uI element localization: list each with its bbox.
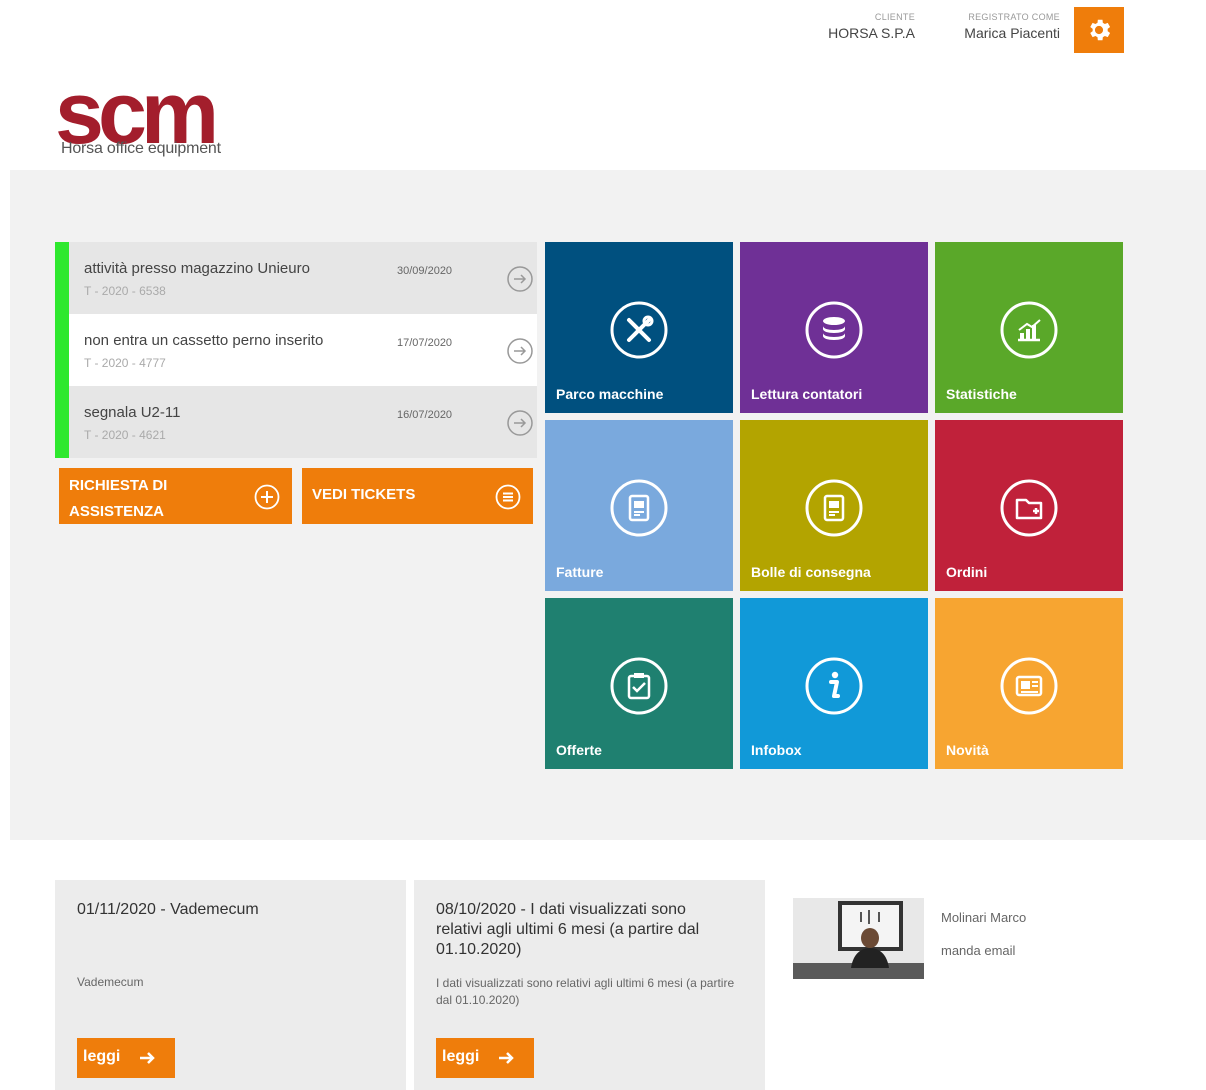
client-block: CLIENTE HORSA S.P.A	[815, 12, 915, 41]
ticket-title: non entra un cassetto perno inserito	[84, 332, 324, 349]
user-block: REGISTRATO COME Marica Piacenti	[940, 12, 1060, 41]
tile-label: Infobox	[751, 742, 802, 758]
read-more-label: leggi	[442, 1048, 480, 1065]
tile-infobox[interactable]: Infobox	[740, 598, 928, 769]
tile-label: Novità	[946, 742, 989, 758]
delivery-note-icon	[805, 479, 863, 537]
news-title: 08/10/2020 - I dati visualizzati sono re…	[436, 901, 700, 958]
read-more-button[interactable]: leggi	[77, 1038, 175, 1078]
send-email-link[interactable]: manda email	[941, 943, 1015, 958]
person-photo-icon	[793, 898, 924, 979]
ticket-code: T - 2020 - 4777	[84, 356, 166, 370]
request-line2: ASSISTENZA	[69, 503, 165, 520]
tile-label: Lettura contatori	[751, 386, 863, 402]
invoice-icon	[610, 479, 668, 537]
tile-parco-macchine[interactable]: Parco macchine	[545, 242, 733, 413]
ticket-code: T - 2020 - 6538	[84, 284, 166, 298]
clipboard-check-icon	[610, 657, 668, 715]
news-card: 08/10/2020 - I dati visualizzati sono re…	[414, 880, 765, 1090]
read-more-button[interactable]: leggi	[436, 1038, 534, 1078]
news-body: I dati visualizzati sono relativi agli u…	[436, 976, 735, 1007]
tile-label: Fatture	[556, 564, 604, 580]
tile-lettura-contatori[interactable]: Lettura contatori	[740, 242, 928, 413]
tile-label: Bolle di consegna	[751, 564, 871, 580]
logo-sub: Horsa office equipment	[61, 140, 221, 157]
plus-circle-icon	[254, 484, 280, 510]
request-line1: RICHIESTA DI	[69, 477, 168, 494]
ticket-row[interactable]: attività presso magazzino Unieuro T - 20…	[69, 242, 537, 314]
header: CLIENTE HORSA S.P.A REGISTRATO COME Mari…	[0, 0, 1206, 170]
tile-ordini[interactable]: Ordini	[935, 420, 1123, 591]
arrow-right-icon	[499, 1052, 514, 1064]
ticket-title: attività presso magazzino Unieuro	[84, 260, 310, 277]
contact-photo	[793, 898, 924, 979]
ticket-row[interactable]: non entra un cassetto perno inserito T -…	[69, 314, 537, 386]
ticket-date: 30/09/2020	[397, 265, 453, 277]
tile-fatture[interactable]: Fatture	[545, 420, 733, 591]
tile-statistiche[interactable]: Statistiche	[935, 242, 1123, 413]
ticket-date: 17/07/2020	[397, 337, 453, 349]
logo-main: scm	[55, 63, 219, 162]
tile-label: Ordini	[946, 564, 988, 580]
arrow-right-circle-icon[interactable]	[507, 338, 533, 364]
settings-button[interactable]	[1074, 7, 1124, 53]
view-tickets-button[interactable]: VEDI TICKETS	[302, 468, 533, 524]
user-name: Marica Piacenti	[964, 25, 1060, 41]
info-icon	[805, 657, 863, 715]
ticket-code: T - 2020 - 4621	[84, 428, 166, 442]
request-assistance-button[interactable]: RICHIESTA DI ASSISTENZA	[59, 468, 292, 524]
view-tickets-label: VEDI TICKETS	[312, 486, 416, 503]
tile-label: Statistiche	[946, 386, 1017, 402]
news-card: 01/11/2020 - Vademecum Vademecum leggi	[55, 880, 406, 1090]
user-label: REGISTRATO COME	[968, 12, 1060, 22]
gear-icon	[1090, 19, 1111, 41]
tile-bolle-di-consegna[interactable]: Bolle di consegna	[740, 420, 928, 591]
contact-name: Molinari Marco	[941, 910, 1027, 925]
ticket-date: 16/07/2020	[397, 409, 453, 421]
read-more-label: leggi	[83, 1048, 121, 1065]
database-icon	[805, 301, 863, 359]
arrow-right-circle-icon[interactable]	[507, 266, 533, 292]
list-circle-icon	[495, 484, 521, 510]
arrow-right-icon	[140, 1052, 155, 1064]
request-assistance-label: RICHIESTA DI ASSISTENZA	[69, 473, 167, 525]
tile-label: Offerte	[556, 742, 602, 758]
tile-novita[interactable]: Novità	[935, 598, 1123, 769]
news-title: 01/11/2020 - Vademecum	[77, 901, 259, 918]
tile-label: Parco macchine	[556, 386, 664, 402]
tile-offerte[interactable]: Offerte	[545, 598, 733, 769]
client-name: HORSA S.P.A	[828, 25, 915, 41]
news-icon	[1000, 657, 1058, 715]
status-bar	[55, 242, 69, 458]
folder-add-icon	[1000, 479, 1058, 537]
ticket-list: attività presso magazzino Unieuro T - 20…	[55, 242, 537, 458]
client-label: CLIENTE	[874, 12, 915, 22]
ticket-title: segnala U2-11	[84, 404, 181, 421]
arrow-right-circle-icon[interactable]	[507, 410, 533, 436]
logo[interactable]: scm Horsa office equipment	[55, 63, 275, 162]
news-body: Vademecum	[77, 975, 144, 989]
chart-icon	[1000, 301, 1058, 359]
tools-icon	[610, 301, 668, 359]
ticket-row[interactable]: segnala U2-11 T - 2020 - 4621 16/07/2020	[69, 386, 537, 458]
